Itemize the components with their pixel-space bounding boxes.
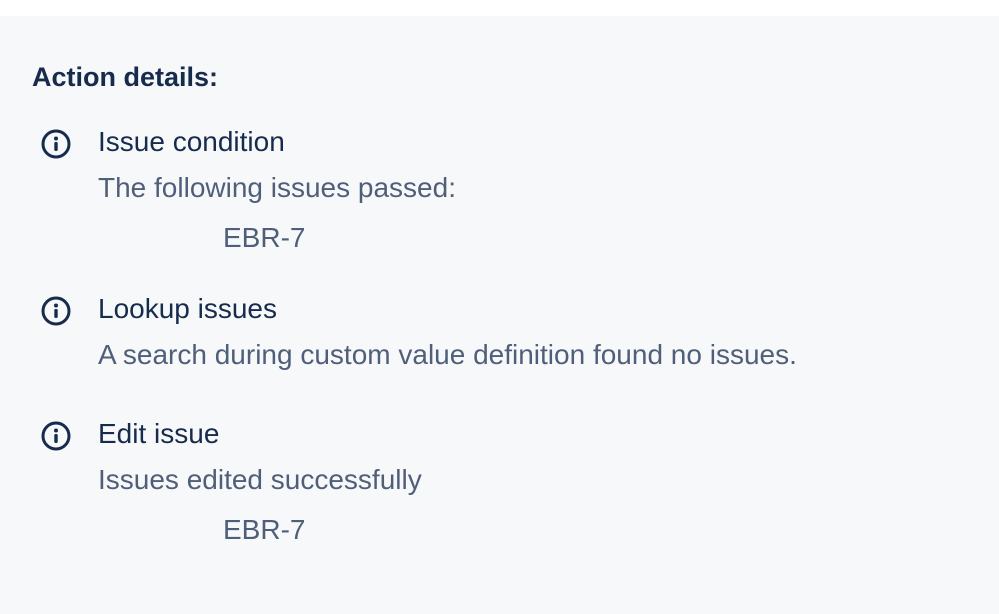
- action-description: The following issues passed:: [98, 172, 456, 203]
- action-description: Issues edited successfully: [98, 464, 422, 495]
- action-title: Lookup issues: [98, 293, 278, 324]
- issue-key[interactable]: EBR-7: [223, 512, 305, 548]
- info-icon: [38, 418, 74, 454]
- action-description: A search during custom value definition …: [98, 339, 797, 370]
- action-details-panel: Action details: Issue condition The foll…: [0, 16, 999, 614]
- info-icon: [38, 293, 74, 329]
- action-title: Issue condition: [98, 126, 285, 157]
- info-icon: [38, 126, 74, 162]
- issue-key[interactable]: EBR-7: [223, 220, 305, 256]
- action-details-heading: Action details:: [32, 62, 219, 92]
- action-title: Edit issue: [98, 418, 220, 449]
